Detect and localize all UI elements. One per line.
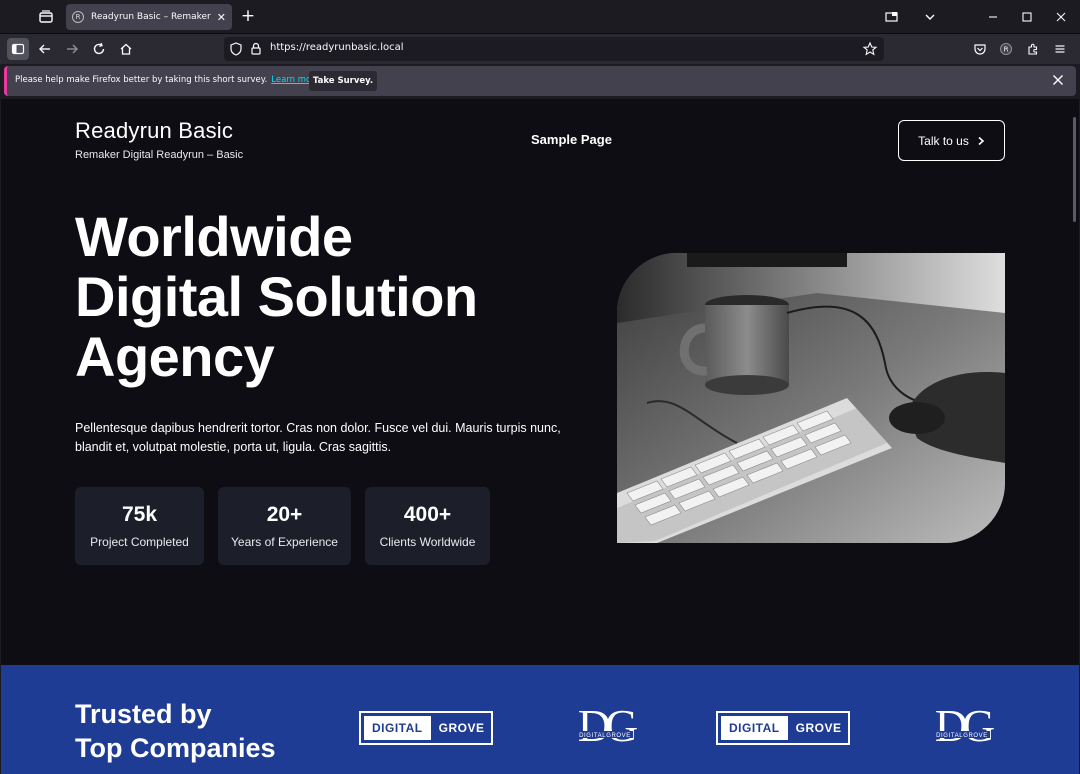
page-viewport: Readyrun Basic Remaker Digital Readyrun … — [1, 99, 1079, 774]
scrollbar[interactable] — [1073, 117, 1076, 222]
logo-text-right: GROVE — [438, 721, 485, 735]
svg-text:R: R — [1004, 46, 1009, 54]
survey-message: Please help make Firefox better by takin… — [15, 75, 322, 85]
tab-title: Readyrun Basic – Remaker Digit — [91, 12, 213, 22]
stat-card: 400+ Clients Worldwide — [365, 487, 490, 565]
chevron-right-icon — [978, 136, 985, 145]
site-tagline: Remaker Digital Readyrun – Basic — [75, 149, 244, 161]
talk-to-us-button[interactable]: Talk to us — [898, 120, 1005, 161]
company-logo: DIGITAL GROVE — [716, 711, 850, 745]
tab-bar: R Readyrun Basic – Remaker Digit ✕ + — [0, 0, 1080, 34]
company-logo: DG DIGITALGROVE — [920, 700, 1004, 753]
logo-text-right: GROVE — [795, 721, 842, 735]
tab-close-icon[interactable]: ✕ — [217, 11, 226, 24]
site-title[interactable]: Readyrun Basic — [75, 118, 233, 144]
stats-row: 75k Project Completed 20+ Years of Exper… — [75, 487, 490, 565]
stat-card: 75k Project Completed — [75, 487, 204, 565]
extensions-icon[interactable] — [1022, 38, 1044, 60]
maximize-icon[interactable] — [1018, 8, 1036, 26]
lock-icon[interactable] — [248, 41, 264, 57]
notification-close-icon[interactable] — [1050, 72, 1066, 88]
survey-notification-bar: Please help make Firefox better by takin… — [4, 66, 1076, 96]
account-icon[interactable]: R — [995, 38, 1017, 60]
hero-description: Pellentesque dapibus hendrerit tortor. C… — [75, 421, 561, 454]
logo-text-left: DIGITAL — [364, 716, 431, 740]
stat-label: Clients Worldwide — [379, 535, 476, 549]
logo-dg-text: DIGITALGROVE — [579, 733, 631, 739]
forward-icon[interactable] — [61, 38, 83, 60]
pocket-icon[interactable] — [969, 38, 991, 60]
hero-title-line-2: Digital Solution — [75, 265, 478, 328]
hero-title: Worldwide Digital Solution Agency — [75, 207, 595, 387]
home-icon[interactable] — [115, 38, 137, 60]
back-icon[interactable] — [34, 38, 56, 60]
chevron-down-icon[interactable] — [921, 8, 939, 26]
logo-text-left: DIGITAL — [721, 716, 788, 740]
trusted-title-line-1: Trusted by — [75, 699, 212, 729]
sidebar-icon[interactable] — [7, 38, 29, 60]
tab-active[interactable]: R Readyrun Basic – Remaker Digit ✕ — [66, 4, 232, 30]
nav-link-sample-page[interactable]: Sample Page — [531, 132, 612, 147]
shield-icon[interactable] — [228, 41, 244, 57]
new-tab-button[interactable]: + — [239, 7, 257, 27]
stat-label: Project Completed — [90, 535, 189, 549]
logo-dg-text: DIGITALGROVE — [936, 733, 988, 739]
navigation-toolbar: https://readyrunbasic.local R — [0, 34, 1080, 64]
close-icon[interactable] — [1052, 8, 1070, 26]
stat-card: 20+ Years of Experience — [218, 487, 351, 565]
menu-icon[interactable] — [1049, 38, 1071, 60]
company-logo: DIGITAL GROVE — [359, 711, 493, 745]
favicon-icon: R — [72, 11, 84, 23]
talk-to-us-label: Talk to us — [918, 133, 969, 148]
stat-value: 400+ — [403, 503, 452, 526]
svg-text:DG: DG — [578, 703, 637, 751]
hero-image — [617, 253, 1005, 543]
star-icon[interactable] — [862, 41, 878, 57]
company-logo: DG DIGITALGROVE — [563, 700, 647, 753]
trusted-title: Trusted by Top Companies — [75, 697, 276, 765]
hero-title-line-3: Agency — [75, 325, 275, 388]
take-survey-button[interactable]: Take Survey. — [309, 71, 377, 91]
tab-list-icon[interactable] — [36, 7, 56, 27]
url-text: https://readyrunbasic.local — [270, 42, 404, 53]
trusted-section: Trusted by Top Companies DIGITAL GROVE D… — [1, 665, 1079, 774]
stat-value: 75k — [121, 503, 158, 526]
trusted-title-line-2: Top Companies — [75, 733, 276, 763]
hero-title-line-1: Worldwide — [75, 205, 353, 268]
stat-value: 20+ — [266, 503, 303, 526]
svg-text:DG: DG — [935, 703, 994, 751]
reload-icon[interactable] — [88, 38, 110, 60]
minimize-icon[interactable] — [984, 8, 1002, 26]
stat-label: Years of Experience — [231, 535, 338, 549]
survey-message-text: Please help make Firefox better by takin… — [15, 75, 268, 85]
url-bar[interactable]: https://readyrunbasic.local — [224, 37, 884, 61]
open-in-tab-icon[interactable] — [883, 8, 901, 26]
